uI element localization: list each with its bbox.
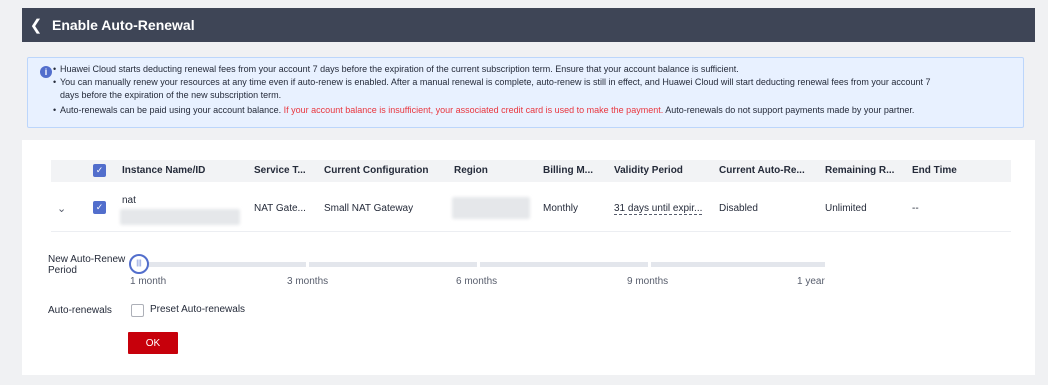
- page-title: Enable Auto-Renewal: [52, 17, 195, 33]
- notice-warning-text: If your account balance is insufficient,…: [283, 105, 664, 115]
- slider-segment-divider: [477, 262, 480, 267]
- column-billing-mode: Billing M...: [543, 165, 593, 176]
- notice-line-4-start: Auto-renewals can be paid using your acc…: [60, 105, 282, 115]
- ok-button[interactable]: OK: [128, 332, 178, 354]
- slider-segment-divider: [648, 262, 651, 267]
- validity-period-cell[interactable]: 31 days until expir...: [614, 203, 703, 215]
- check-icon: ✓: [95, 202, 104, 212]
- end-time-cell: --: [912, 203, 919, 214]
- column-service-type: Service T...: [254, 165, 306, 176]
- tick-1-month: 1 month: [130, 276, 167, 287]
- column-end-time: End Time: [912, 165, 957, 176]
- select-all-checkbox[interactable]: ✓: [93, 164, 106, 177]
- tick-3-months: 3 months: [287, 276, 329, 287]
- column-current-configuration: Current Configuration: [324, 165, 429, 176]
- service-type-cell: NAT Gate...: [254, 203, 306, 214]
- remaining-renewals-cell: Unlimited: [825, 203, 867, 214]
- auto-renewals-label: Auto-renewals: [48, 305, 112, 316]
- column-remaining-renewals: Remaining R...: [825, 165, 895, 176]
- notice-line-3: days before the expiration of the new su…: [60, 90, 282, 100]
- notice-line-1: Huawei Cloud starts deducting renewal fe…: [53, 64, 739, 75]
- instance-id-redacted: [120, 209, 240, 225]
- auto-renew-status-cell: Disabled: [719, 203, 758, 214]
- period-label: New Auto-Renew Period: [48, 254, 126, 276]
- configuration-cell: Small NAT Gateway: [324, 203, 414, 214]
- info-icon: i: [40, 66, 52, 78]
- preset-auto-renewals-checkbox[interactable]: [131, 304, 144, 317]
- tick-9-months: 9 months: [627, 276, 669, 287]
- instance-name: nat: [122, 195, 136, 206]
- billing-mode-cell: Monthly: [543, 203, 579, 214]
- row-divider: [51, 231, 1011, 232]
- page-header: ❮ Enable Auto-Renewal: [22, 8, 1035, 42]
- period-slider-handle[interactable]: |||: [129, 254, 149, 274]
- chevron-down-icon[interactable]: ⌄: [57, 202, 66, 215]
- column-validity-period: Validity Period: [614, 165, 683, 176]
- column-region: Region: [454, 165, 488, 176]
- check-icon: ✓: [95, 165, 104, 175]
- info-notice: i Huawei Cloud starts deducting renewal …: [27, 57, 1024, 128]
- region-redacted: [452, 197, 530, 219]
- tick-6-months: 6 months: [456, 276, 498, 287]
- chevron-left-icon[interactable]: ❮: [22, 16, 50, 34]
- column-current-auto-renew: Current Auto-Re...: [719, 165, 805, 176]
- notice-line-2: You can manually renew your resources at…: [53, 77, 930, 88]
- row-checkbox[interactable]: ✓: [93, 201, 106, 214]
- preset-auto-renewals-label[interactable]: Preset Auto-renewals: [150, 304, 245, 315]
- column-instance-name: Instance Name/ID: [122, 165, 206, 176]
- slider-segment-divider: [306, 262, 309, 267]
- notice-line-4: Auto-renewals can be paid using your acc…: [53, 105, 915, 116]
- tick-1-year: 1 year: [797, 276, 825, 287]
- notice-line-4-end: Auto-renewals do not support payments ma…: [665, 105, 915, 115]
